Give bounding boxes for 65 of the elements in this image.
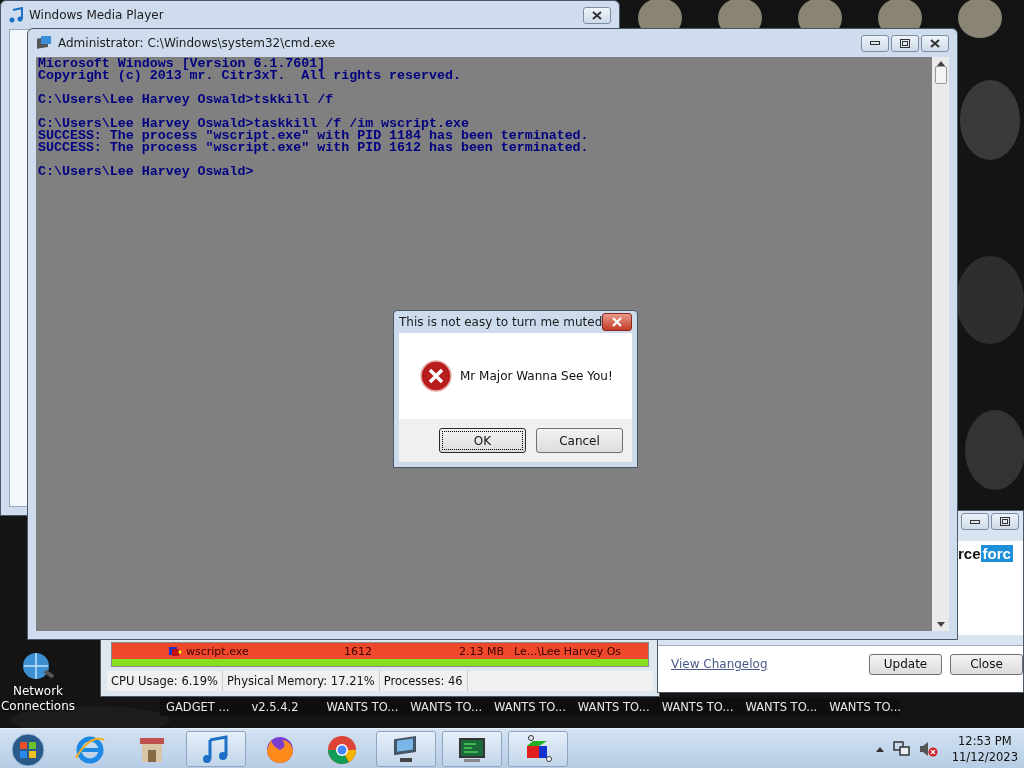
maximize-icon <box>1000 517 1010 526</box>
start-orb-icon[interactable] <box>10 731 46 766</box>
maximize-icon <box>900 38 910 48</box>
console-line: Microsoft Windows [Version 6.1.7601] <box>38 58 327 70</box>
table-cell-text: 1612 <box>343 644 372 658</box>
dialog-title: This is not easy to turn me muted <box>399 315 603 329</box>
clock-time[interactable]: 12:53 PM <box>958 732 1012 749</box>
window-button[interactable]: Update <box>869 653 942 675</box>
console-icon <box>36 35 52 51</box>
minimize-icon <box>870 41 880 45</box>
close-icon <box>611 317 624 327</box>
console-line: Copyright (c) 2013 mr. Citr3xT. All rights reserved. <box>38 70 462 82</box>
close-button[interactable] <box>583 6 611 24</box>
close-button[interactable] <box>602 313 632 331</box>
window-button[interactable]: Close <box>950 653 1023 675</box>
console-line: SUCCESS: The process "wscript.exe" with PID 1184 has been terminated. <box>38 130 590 142</box>
process-row[interactable]: wscript.exe 1612 2.13 MB Le...\Lee Harvey Os <box>112 643 648 659</box>
maximize-button[interactable] <box>991 513 1019 530</box>
network-icon[interactable] <box>891 739 910 758</box>
status-text: Processes: 46 <box>379 671 468 691</box>
console-line: C:\Users\Lee Harvey Oswald>taskkill /f /im wscript.exe <box>38 118 469 130</box>
gadget-label: WANTS TO... <box>745 700 818 714</box>
minimize-icon <box>970 519 980 524</box>
music-note-icon <box>9 7 23 23</box>
gadget-label: GADGET ... <box>166 700 230 714</box>
taskbar-button[interactable] <box>508 730 568 767</box>
console-line: SUCCESS: The process "wscript.exe" with PID 1612 has been terminated. <box>38 142 590 154</box>
status-text: Physical Memory: 17.21% <box>222 671 380 691</box>
gadget-label: WANTS TO... <box>494 700 566 714</box>
scroll-thumb[interactable] <box>934 66 947 84</box>
window-title: Windows Media Player <box>29 8 164 22</box>
taskbar-button[interactable] <box>376 730 436 767</box>
dialog-button[interactable]: OK <box>439 428 526 453</box>
icon-label[interactable]: Network Connections <box>0 684 76 714</box>
volume-muted-icon[interactable] <box>917 739 938 758</box>
logo: rceforc <box>958 545 1013 562</box>
close-button[interactable] <box>921 34 949 52</box>
gadget-label: WANTS TO... <box>829 700 901 714</box>
table-cell-text: Le...\Lee Harvey Os <box>513 644 622 658</box>
dialog-message: Mr Major Wanna See You! <box>460 369 613 383</box>
maximize-button[interactable] <box>891 34 919 52</box>
process-icon <box>168 645 182 657</box>
show-hidden-icons[interactable] <box>875 745 884 752</box>
gadget-label: WANTS TO... <box>577 700 650 714</box>
changelog-link[interactable]: View Changelog <box>671 657 768 671</box>
table-cell-text: 2.13 MB <box>457 644 504 658</box>
minimize-button[interactable] <box>961 513 989 530</box>
error-icon <box>420 360 452 392</box>
dialog-button[interactable]: Cancel <box>536 428 623 453</box>
table-cell: wscript.exe <box>186 644 249 658</box>
close-icon <box>592 10 602 20</box>
scrollbar[interactable] <box>932 57 949 631</box>
gadget-label: WANTS TO... <box>326 700 399 714</box>
console-line: C:\Users\Lee Harvey Oswald> <box>38 166 255 178</box>
close-icon <box>930 38 940 48</box>
gadget-label: WANTS TO... <box>410 700 483 714</box>
window-title: Administrator: C:\Windows\system32\cmd.exe <box>58 36 336 50</box>
status-text: CPU Usage: 6.19% <box>107 671 223 691</box>
gadget-label: WANTS TO... <box>661 700 734 714</box>
scroll-down-icon[interactable] <box>936 622 945 627</box>
console-line: C:\Users\Lee Harvey Oswald>tskkill /f <box>38 94 335 106</box>
gadget-label: v2.5.4.2 <box>251 700 299 714</box>
minimize-button[interactable] <box>861 34 889 52</box>
clock-date[interactable]: 11/12/2023 <box>951 748 1018 765</box>
taskbar-button[interactable] <box>442 730 502 767</box>
